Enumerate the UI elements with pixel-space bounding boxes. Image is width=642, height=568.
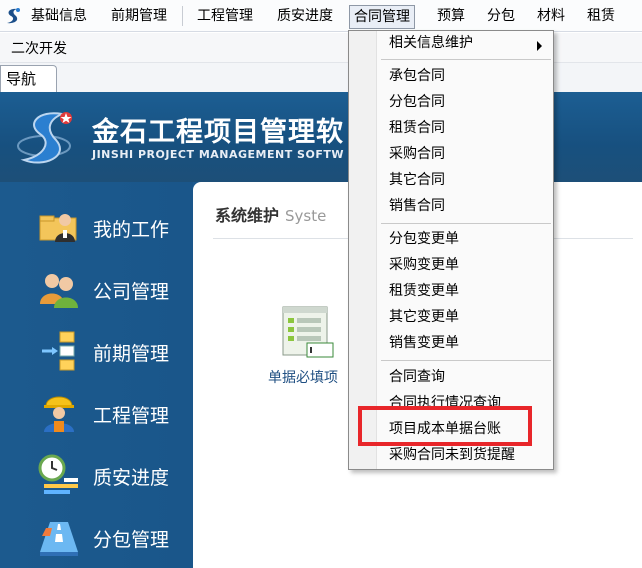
sidebar-item-subcontract[interactable]: 分包管理 — [0, 508, 193, 568]
contract-dropdown-menu: 相关信息维护 承包合同 分包合同 租赁合同 采购合同 其它合同 销售合同 分包变… — [348, 30, 554, 470]
sidebar-item-label: 分包管理 — [93, 529, 170, 551]
menu-item-lease[interactable]: 租赁 — [587, 6, 615, 26]
submenu-arrow-icon — [537, 41, 542, 51]
sidebar-item-label: 质安进度 — [93, 467, 170, 489]
sidebar-item-preliminary[interactable]: 前期管理 — [0, 322, 193, 382]
menu-item-subcontract[interactable]: 分包 — [487, 6, 515, 26]
page-subtitle: Syste — [285, 207, 327, 225]
sidebar-item-quality-progress[interactable]: 质安进度 — [0, 446, 193, 506]
banner-subtitle: JINSHI PROJECT MANAGEMENT SOFTW — [92, 148, 344, 161]
menu-item-change-sub[interactable]: 分包变更单 — [389, 230, 459, 248]
sidebar-item-engineering[interactable]: 工程管理 — [0, 384, 193, 444]
menu-item-contract-sub[interactable]: 分包合同 — [389, 93, 445, 111]
menu-item-secondary-dev[interactable]: 二次开发 — [11, 38, 67, 58]
menu-separator — [381, 59, 551, 60]
shortcut-label: 单据必填项 — [268, 370, 338, 386]
menu-item-contract-sales[interactable]: 销售合同 — [389, 197, 445, 215]
menu-separator — [381, 223, 551, 224]
worker-icon — [44, 396, 74, 432]
user-desk-icon — [39, 214, 77, 242]
menu-item-undelivered-reminder[interactable]: 采购合同未到货提醒 — [389, 446, 515, 464]
form-list-icon — [282, 306, 334, 358]
menu-item-related-info[interactable]: 相关信息维护 — [389, 34, 473, 52]
menu-item-contract-query[interactable]: 合同查询 — [389, 368, 445, 386]
menu-item-engineering[interactable]: 工程管理 — [197, 6, 253, 26]
menu-separator — [381, 360, 551, 361]
menu-item-contract[interactable]: 合同管理 — [349, 5, 415, 29]
sidebar: 我的工作 公司管理 前期管理 工程管理 质安进度 分包管理 — [0, 182, 193, 568]
menu-item-change-purchase[interactable]: 采购变更单 — [389, 256, 459, 274]
page-title-text: 系统维护 — [215, 206, 280, 225]
menu-item-contract-main[interactable]: 承包合同 — [389, 67, 445, 85]
sidebar-item-label: 前期管理 — [93, 343, 170, 365]
menu-item-quality-safety[interactable]: 质安进度 — [277, 6, 333, 26]
menu-item-contract-lease[interactable]: 租赁合同 — [389, 119, 445, 137]
sidebar-item-label: 公司管理 — [93, 281, 170, 303]
sidebar-item-label: 工程管理 — [93, 405, 170, 427]
sidebar-item-company[interactable]: 公司管理 — [0, 260, 193, 320]
menu-item-preliminary[interactable]: 前期管理 — [111, 6, 167, 26]
road-icon — [40, 522, 78, 556]
menu-item-change-sales[interactable]: 销售变更单 — [389, 334, 459, 352]
tab-navigation[interactable]: 导航 — [0, 65, 57, 92]
menu-item-material[interactable]: 材料 — [537, 6, 565, 26]
page-title: 系统维护 Syste — [215, 202, 326, 226]
menu-item-contract-other[interactable]: 其它合同 — [389, 171, 445, 189]
clock-progress-icon — [38, 454, 78, 494]
menu-item-change-lease[interactable]: 租赁变更单 — [389, 282, 459, 300]
menu-item-budget[interactable]: 预算 — [437, 6, 465, 26]
sidebar-item-my-work[interactable]: 我的工作 — [0, 198, 193, 258]
banner-title: 金石工程项目管理软 — [92, 117, 344, 148]
menu-item-change-other[interactable]: 其它变更单 — [389, 308, 459, 326]
menu-item-basic-info[interactable]: 基础信息 — [31, 6, 87, 26]
jinshi-logo-icon — [17, 112, 72, 164]
menu-separator — [182, 6, 183, 26]
menu-item-contract-purchase[interactable]: 采购合同 — [389, 145, 445, 163]
highlight-box — [358, 406, 532, 446]
app-logo-icon — [7, 8, 20, 24]
menu-icon-column — [349, 31, 377, 469]
menu-bar: 基础信息 前期管理 工程管理 质安进度 合同管理 预算 分包 材料 租赁 — [0, 0, 642, 32]
sidebar-item-label: 我的工作 — [93, 219, 170, 241]
flowchart-icon — [42, 331, 75, 371]
users-icon — [40, 274, 78, 308]
